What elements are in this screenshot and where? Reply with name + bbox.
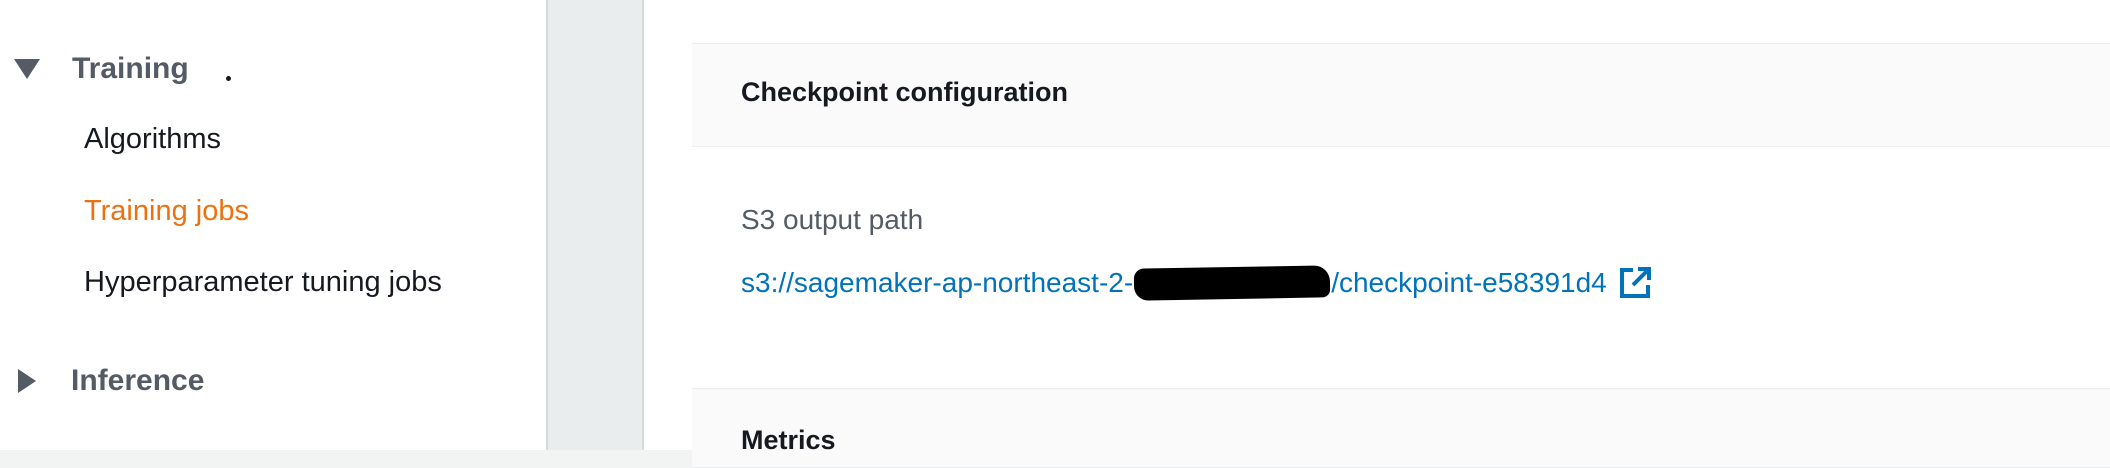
caret-right-icon [18,369,36,393]
s3-link-suffix: /checkpoint-e58391d4 [1331,267,1607,298]
metrics-panel-header: Metrics [692,388,2110,468]
checkpoint-panel-header: Checkpoint configuration [692,43,2110,147]
sidebar-item-training-jobs[interactable]: Training jobs [84,195,249,228]
main-content: Checkpoint configuration S3 output path … [644,0,2110,468]
s3-output-path-link[interactable]: s3://sagemaker-ap-northeast-2- /checkpoi… [741,265,1653,301]
sidebar-item-algorithms[interactable]: Algorithms [84,123,221,156]
sidebar-section-label: Training [72,52,189,85]
external-link-icon [1619,267,1651,298]
sidebar-section-training[interactable]: Training [14,52,189,86]
redaction-mark [1133,265,1331,301]
s3-link-prefix: s3://sagemaker-ap-northeast-2- [741,267,1134,298]
sidebar-section-label: Inference [71,364,205,397]
sidebar-section-inference[interactable]: Inference [14,364,204,398]
s3-output-path-label: S3 output path [741,204,924,235]
sidebar-nav: Training Algorithms Training jobs Hyperp… [0,0,548,450]
sidebar-item-hyperparameter-tuning-jobs[interactable]: Hyperparameter tuning jobs [84,266,442,299]
layout-gutter [548,0,644,450]
panel-title: Metrics [741,425,836,455]
dot-mark [226,76,231,81]
panel-title: Checkpoint configuration [741,77,1068,107]
caret-down-icon [14,59,40,79]
